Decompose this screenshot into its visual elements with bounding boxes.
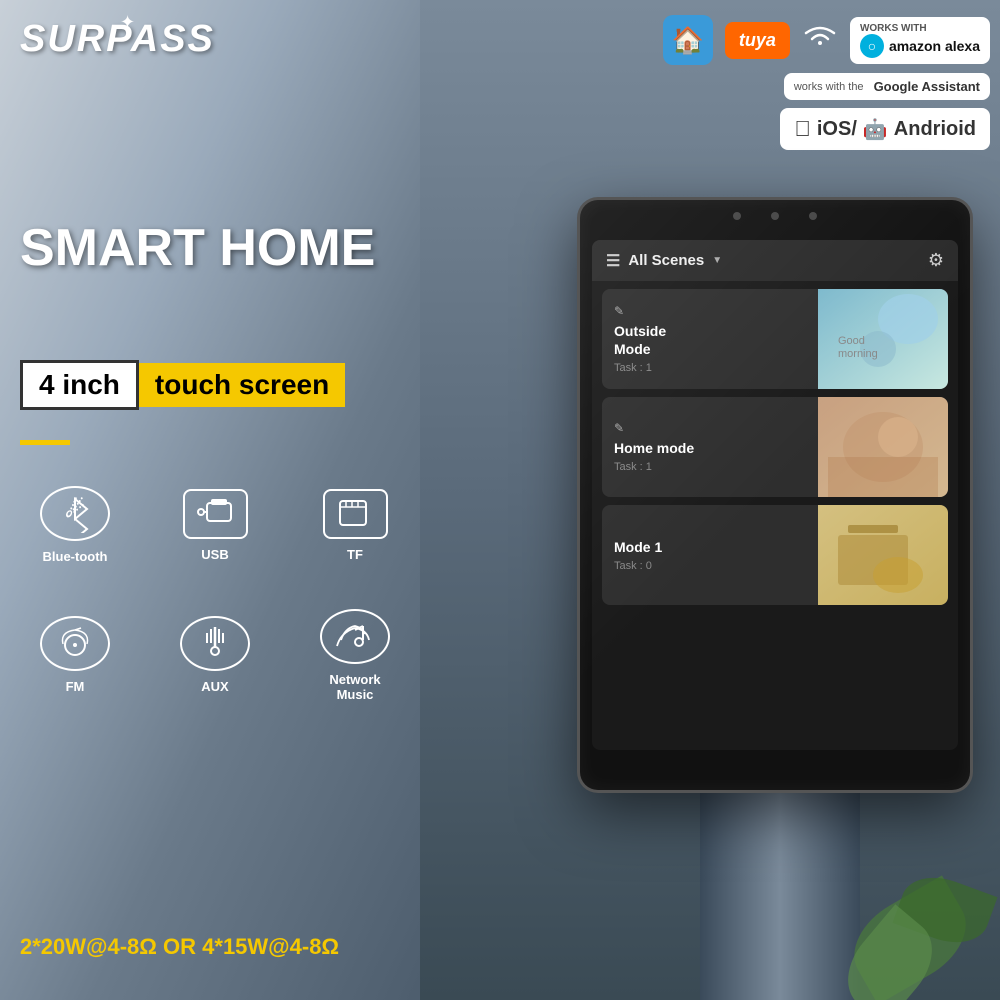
edit-icon-outside: ✎	[614, 304, 806, 318]
badge-row-1: 🏠 tuya WORKS WITH ○ amazon alexa	[663, 15, 990, 65]
scene-name-outside: OutsideMode	[614, 322, 806, 358]
scene-name-mode1: Mode 1	[614, 538, 806, 556]
alexa-badge: WORKS WITH ○ amazon alexa	[850, 17, 990, 64]
tuya-label: tuya	[739, 30, 776, 50]
scene-image-outside: Good morning	[818, 289, 948, 389]
usb-icon	[183, 489, 248, 539]
network-music-icon	[320, 609, 390, 664]
ios-android-badge:  iOS/ 🤖 Andrioid	[780, 108, 990, 150]
scene-task-outside: Task : 1	[614, 362, 806, 374]
aux-icon	[180, 616, 250, 671]
scene-item-home[interactable]: ✎ Home mode Task : 1	[602, 397, 948, 497]
works-with-label: WORKS WITH	[860, 23, 927, 34]
wifi-icon	[802, 23, 838, 58]
device-sensors	[580, 212, 970, 220]
feature-usb: USB	[150, 465, 280, 585]
feature-bluetooth: ☄ Blue-tooth	[10, 465, 140, 585]
google-works-label: works with the	[794, 81, 864, 93]
feature-aux: AUX	[150, 595, 280, 715]
dropdown-arrow-icon: ▼	[712, 255, 722, 266]
bluetooth-icon: ☄	[40, 486, 110, 541]
inch-box: 4 inch	[20, 360, 139, 410]
features-grid: ☄ Blue-tooth USB TF	[10, 465, 420, 715]
all-scenes-title: All Scenes	[628, 252, 704, 269]
device-screen[interactable]: ☰ All Scenes ▼ ⚙ ✎ OutsideMode Task : 1	[592, 240, 958, 750]
touch-screen-label: touch screen	[139, 363, 345, 407]
scene-task-mode1: Task : 0	[614, 560, 806, 572]
svg-text:☄: ☄	[65, 497, 85, 522]
inch-badge: 4 inch touch screen	[20, 360, 345, 410]
brand-logo: SURPASS	[20, 18, 215, 61]
sensor-1	[733, 212, 741, 220]
tf-label: TF	[347, 547, 363, 562]
google-badge: works with the Google Assistant	[784, 73, 990, 100]
screen-header: ☰ All Scenes ▼ ⚙	[592, 240, 958, 281]
touch-label-text: touch screen	[155, 369, 329, 400]
scene-text-home: ✎ Home mode Task : 1	[602, 397, 818, 497]
apple-icon: 	[794, 116, 811, 142]
network-music-label: NetworkMusic	[329, 672, 380, 702]
fm-icon	[40, 616, 110, 671]
smart-home-app-icon: 🏠	[663, 15, 713, 65]
bluetooth-label: Blue-tooth	[43, 549, 108, 564]
power-spec: 2*20W@4-8Ω OR 4*15W@4-8Ω	[20, 934, 339, 960]
device-frame: ☰ All Scenes ▼ ⚙ ✎ OutsideMode Task : 1	[580, 200, 970, 790]
scene-item-outside[interactable]: ✎ OutsideMode Task : 1 Good mo	[602, 289, 948, 389]
tf-icon	[323, 489, 388, 539]
scene-task-home: Task : 1	[614, 461, 806, 473]
menu-icon: ☰	[606, 251, 620, 271]
feature-tf: TF	[290, 465, 420, 585]
feature-fm: FM	[10, 595, 140, 715]
scene-text-outside: ✎ OutsideMode Task : 1	[602, 289, 818, 389]
android-label: Andrioid	[894, 118, 976, 141]
android-icon: 🤖	[863, 117, 888, 142]
sensor-2	[771, 212, 779, 220]
logo-spark: ✦	[120, 12, 135, 33]
alexa-circle-icon: ○	[860, 34, 884, 58]
headline-text: SMART HOME	[20, 220, 375, 277]
svg-text:morning: morning	[838, 348, 878, 360]
brand-name: SURPASS	[20, 18, 215, 60]
sensor-3	[809, 212, 817, 220]
inch-value: 4 inch	[39, 369, 120, 400]
aux-label: AUX	[201, 679, 228, 694]
settings-gear-icon[interactable]: ⚙	[928, 250, 944, 271]
scene-item-mode1[interactable]: Mode 1 Task : 0	[602, 505, 948, 605]
scene-image-mode1	[818, 505, 948, 605]
header-left: ☰ All Scenes ▼	[606, 251, 722, 271]
fm-label: FM	[66, 679, 85, 694]
tuya-badge: tuya	[725, 22, 790, 59]
scene-name-home: Home mode	[614, 439, 806, 457]
scene-image-home	[818, 397, 948, 497]
smart-home-title: SMART HOME	[20, 220, 375, 277]
badge-row-2: works with the Google Assistant	[784, 73, 990, 100]
badge-row-3:  iOS/ 🤖 Andrioid	[780, 108, 990, 150]
usb-label: USB	[201, 547, 228, 562]
ios-label: iOS/	[817, 118, 857, 141]
scene-text-mode1: Mode 1 Task : 0	[602, 505, 818, 605]
yellow-accent-line	[20, 440, 70, 445]
svg-text:Good: Good	[838, 335, 865, 347]
feature-network-music: NetworkMusic	[290, 595, 420, 715]
power-spec-text: 2*20W@4-8Ω OR 4*15W@4-8Ω	[20, 934, 339, 959]
alexa-name: amazon alexa	[889, 38, 980, 54]
top-badges: 🏠 tuya WORKS WITH ○ amazon alexa works w…	[663, 15, 990, 150]
google-assistant-label: Google Assistant	[874, 79, 980, 94]
edit-icon-home: ✎	[614, 421, 806, 435]
